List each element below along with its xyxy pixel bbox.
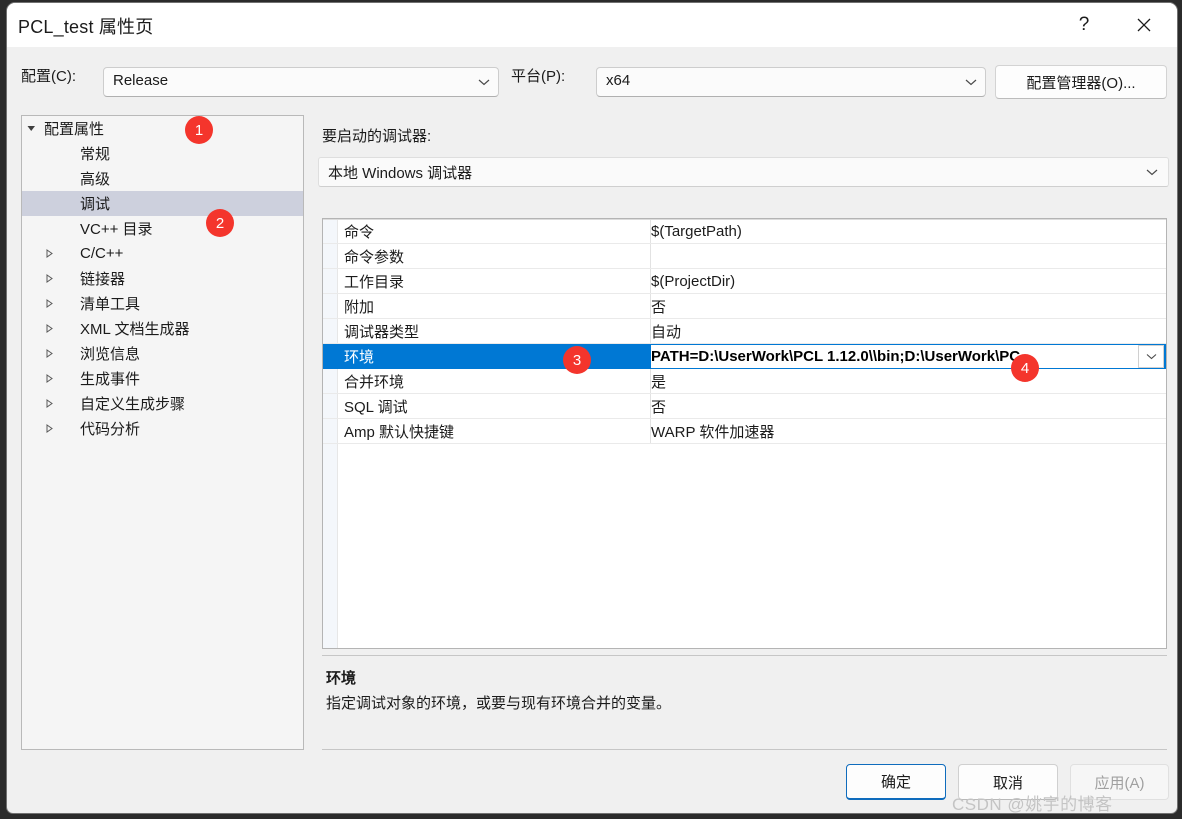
sidebar-item-label: 常规 bbox=[80, 146, 111, 163]
property-row[interactable]: 调试器类型 自动 bbox=[323, 319, 1166, 344]
configuration-label: 配置(C): bbox=[21, 68, 76, 85]
property-value: 否 bbox=[651, 398, 667, 416]
chevron-right-icon bbox=[40, 324, 58, 333]
property-row[interactable]: Amp 默认快捷键 WARP 软件加速器 bbox=[323, 419, 1166, 444]
property-row[interactable]: 合并环境 是 bbox=[323, 369, 1166, 394]
platform-label: 平台(P): bbox=[511, 68, 566, 85]
sidebar-item-12[interactable]: 代码分析 bbox=[22, 416, 303, 441]
property-name: Amp 默认快捷键 bbox=[344, 423, 455, 441]
chevron-down-icon bbox=[1146, 158, 1158, 186]
title-bar: PCL_test 属性页 ? bbox=[7, 3, 1177, 47]
property-grid[interactable]: 命令 $(TargetPath) 命令参数 工作目录 $(ProjectDir) 附加否调… bbox=[322, 218, 1167, 649]
configuration-select[interactable]: Release bbox=[103, 67, 499, 97]
property-description-pane: 环境 指定调试对象的环境，或要与现有环境合并的变量。 bbox=[322, 655, 1167, 750]
chevron-down-icon bbox=[22, 124, 40, 133]
property-name: 附加 bbox=[344, 298, 375, 316]
property-pages-dialog: PCL_test 属性页 ? 配置(C): Release 平台(P): x64 bbox=[6, 2, 1178, 814]
sidebar-item-10[interactable]: 生成事件 bbox=[22, 366, 303, 391]
configuration-bar: 配置(C): Release 平台(P): x64 配置管理器(O)... bbox=[7, 47, 1177, 103]
chevron-right-icon bbox=[40, 349, 58, 358]
property-name: 工作目录 bbox=[344, 273, 405, 291]
property-row[interactable]: 环境 PATH=D:\UserWork\PCL 1.12.0\\bin;D:\Us… bbox=[323, 344, 1166, 369]
sidebar-item-9[interactable]: 浏览信息 bbox=[22, 341, 303, 366]
sidebar-item-label: 调试 bbox=[80, 196, 111, 213]
sidebar-item-label: 自定义生成步骤 bbox=[80, 396, 186, 413]
annotation-badge-3: 3 bbox=[563, 346, 591, 374]
configuration-manager-button[interactable]: 配置管理器(O)... bbox=[995, 65, 1167, 99]
value-dropdown-button[interactable] bbox=[1138, 345, 1164, 368]
property-name: 环境 bbox=[344, 348, 375, 366]
sidebar-item-0[interactable]: 配置属性 bbox=[22, 116, 303, 141]
sidebar-item-2[interactable]: 高级 bbox=[22, 166, 303, 191]
property-value: 否 bbox=[651, 298, 667, 316]
sidebar-item-label: 代码分析 bbox=[80, 421, 141, 438]
description-body: 指定调试对象的环境，或要与现有环境合并的变量。 bbox=[326, 695, 672, 712]
chevron-right-icon bbox=[40, 399, 58, 408]
configuration-tree[interactable]: 配置属性常规高级调试 VC++ 目录 C/C++ 链接器清单工具 XML 文档生成器 浏览… bbox=[21, 115, 304, 750]
main-content: 要启动的调试器: 本地 Windows 调试器 命令 $(TargetPath) 命… bbox=[318, 115, 1169, 750]
property-row[interactable]: 工作目录 $(ProjectDir) bbox=[323, 269, 1166, 294]
sidebar-item-label: XML 文档生成器 bbox=[80, 321, 190, 338]
column-separator bbox=[650, 244, 651, 268]
property-row[interactable]: 附加 否 bbox=[323, 294, 1166, 319]
property-name: 命令参数 bbox=[344, 248, 405, 266]
sidebar-item-6[interactable]: 链接器 bbox=[22, 266, 303, 291]
close-glyph bbox=[1137, 18, 1151, 32]
sidebar-item-label: 清单工具 bbox=[80, 296, 141, 313]
property-value-editor[interactable]: PATH=D:\UserWork\PCL 1.12.0\\bin;D:\User… bbox=[651, 344, 1164, 368]
sidebar-item-label: VC++ 目录 bbox=[80, 221, 153, 238]
watermark: CSDN @姚宇的博客 bbox=[952, 795, 1113, 814]
annotation-badge-1: 1 bbox=[185, 116, 213, 144]
sidebar-item-label: 链接器 bbox=[80, 271, 126, 288]
chevron-down-icon bbox=[965, 68, 977, 96]
chevron-right-icon bbox=[40, 299, 58, 308]
sidebar-item-3[interactable]: 调试 bbox=[22, 191, 303, 216]
chevron-right-icon bbox=[40, 274, 58, 283]
sidebar-item-label: 生成事件 bbox=[80, 371, 141, 388]
sidebar-item-label: C/C++ bbox=[80, 245, 124, 262]
configuration-select-value: Release bbox=[113, 72, 169, 89]
property-value: 是 bbox=[651, 373, 667, 391]
debugger-to-launch-select[interactable]: 本地 Windows 调试器 bbox=[318, 157, 1169, 187]
description-divider bbox=[322, 749, 1167, 750]
property-name: SQL 调试 bbox=[344, 398, 408, 416]
property-value: $(ProjectDir) bbox=[651, 272, 736, 290]
annotation-badge-2: 2 bbox=[206, 209, 234, 237]
property-name: 命令 bbox=[344, 224, 375, 241]
chevron-down-icon bbox=[478, 68, 490, 96]
ok-button[interactable]: 确定 bbox=[846, 764, 946, 800]
chevron-right-icon bbox=[40, 249, 58, 258]
platform-select[interactable]: x64 bbox=[596, 67, 986, 97]
close-icon[interactable] bbox=[1121, 3, 1167, 47]
chevron-right-icon bbox=[40, 374, 58, 383]
property-row[interactable]: SQL 调试 否 bbox=[323, 394, 1166, 419]
sidebar-item-label: 浏览信息 bbox=[80, 346, 141, 363]
help-icon[interactable]: ? bbox=[1061, 3, 1107, 47]
debugger-to-launch-label: 要启动的调试器: bbox=[322, 128, 432, 145]
sidebar-item-11[interactable]: 自定义生成步骤 bbox=[22, 391, 303, 416]
property-value: $(TargetPath) bbox=[651, 223, 742, 240]
property-name: 调试器类型 bbox=[344, 323, 420, 341]
property-row[interactable]: 命令参数 bbox=[323, 244, 1166, 269]
property-row[interactable]: 命令 $(TargetPath) bbox=[323, 219, 1166, 244]
chevron-down-icon bbox=[1146, 354, 1156, 360]
property-value: 自动 bbox=[651, 323, 682, 341]
sidebar-item-label: 高级 bbox=[80, 171, 111, 188]
help-glyph: ? bbox=[1078, 14, 1090, 35]
sidebar-item-5[interactable]: C/C++ bbox=[22, 241, 303, 266]
page-title: PCL_test 属性页 bbox=[18, 17, 154, 37]
debugger-to-launch-value: 本地 Windows 调试器 bbox=[328, 165, 473, 182]
annotation-badge-4: 4 bbox=[1011, 354, 1039, 382]
description-title: 环境 bbox=[326, 670, 357, 687]
sidebar-item-8[interactable]: XML 文档生成器 bbox=[22, 316, 303, 341]
sidebar-item-4[interactable]: VC++ 目录 bbox=[22, 216, 303, 241]
platform-select-value: x64 bbox=[606, 72, 631, 89]
chevron-right-icon bbox=[40, 424, 58, 433]
property-value: WARP 软件加速器 bbox=[651, 423, 775, 441]
sidebar-item-label: 配置属性 bbox=[44, 121, 105, 138]
sidebar-item-1[interactable]: 常规 bbox=[22, 141, 303, 166]
property-name: 合并环境 bbox=[344, 373, 405, 391]
sidebar-item-7[interactable]: 清单工具 bbox=[22, 291, 303, 316]
